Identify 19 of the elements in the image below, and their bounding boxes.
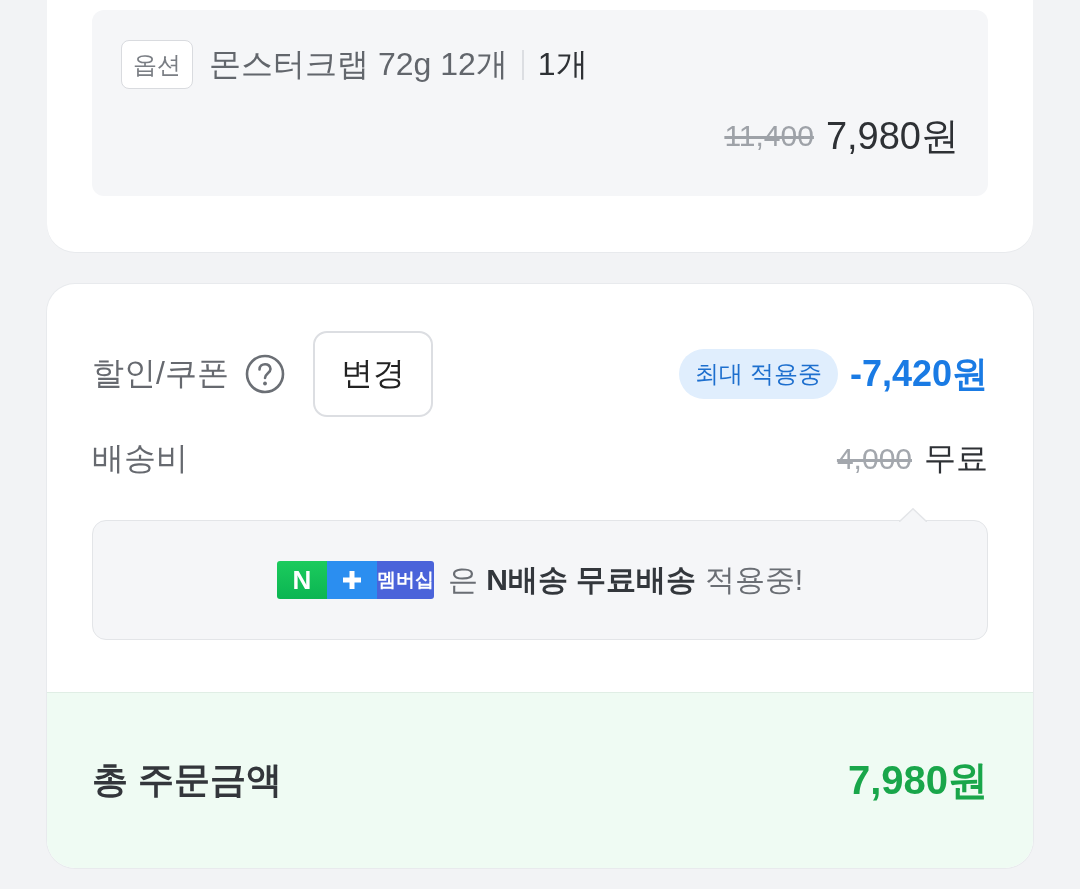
discount-badge: 최대 적용중 <box>679 349 838 399</box>
notice-text: 은 N배송 무료배송 적용중! <box>448 561 803 598</box>
total-amount: 7,980원 <box>847 757 988 804</box>
option-name: 몬스터크랩 72g 12개 <box>209 44 508 84</box>
plus-icon <box>327 561 377 599</box>
option-tag: 옵션 <box>121 40 193 89</box>
original-price: 11,400 <box>724 119 814 153</box>
help-icon[interactable] <box>244 354 285 394</box>
quantity-text: 1개 <box>537 44 588 84</box>
discount-amount: -7,420원 <box>849 351 988 396</box>
membership-tag: 멤버십 <box>377 561 434 599</box>
original-shipping-fee: 4,000 <box>836 442 912 476</box>
item-price: 7,980원 <box>825 113 959 159</box>
logo-tile: N <box>277 561 327 599</box>
shipping-label: 배송비 <box>92 439 188 478</box>
change-button[interactable]: 변경 <box>312 331 433 417</box>
total-label: 총 주문금액 <box>92 758 282 802</box>
shipping-fee: 무료 <box>924 439 988 478</box>
discount-label: 할인/쿠폰 <box>92 354 229 393</box>
